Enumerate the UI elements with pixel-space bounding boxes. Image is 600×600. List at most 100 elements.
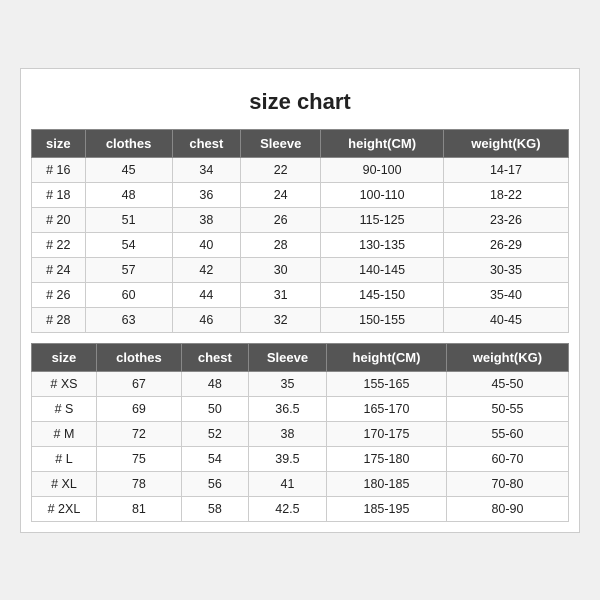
table-cell: # M: [32, 421, 97, 446]
table1-body: # 1645342290-10014-17# 18483624100-11018…: [32, 157, 569, 332]
table-cell: 46: [172, 307, 241, 332]
table-cell: 155-165: [327, 371, 447, 396]
table-cell: # 18: [32, 182, 86, 207]
table-cell: 40-45: [443, 307, 568, 332]
table-cell: 30: [241, 257, 321, 282]
table-cell: 54: [181, 446, 248, 471]
table2-header: sizeclotheschestSleeveheight(CM)weight(K…: [32, 343, 569, 371]
table-cell: 35: [248, 371, 326, 396]
table-cell: 24: [241, 182, 321, 207]
table-cell: 100-110: [321, 182, 444, 207]
column-header: size: [32, 343, 97, 371]
table-cell: 70-80: [446, 471, 568, 496]
table-cell: 36.5: [248, 396, 326, 421]
table2-body: # XS674835155-16545-50# S695036.5165-170…: [32, 371, 569, 521]
table1-header: sizeclotheschestSleeveheight(CM)weight(K…: [32, 129, 569, 157]
column-header: chest: [172, 129, 241, 157]
size-chart-card: size chart sizeclotheschestSleeveheight(…: [20, 68, 580, 533]
column-header: height(CM): [327, 343, 447, 371]
table-cell: # 28: [32, 307, 86, 332]
table-cell: 69: [96, 396, 181, 421]
table-row: # 18483624100-11018-22: [32, 182, 569, 207]
table-cell: 78: [96, 471, 181, 496]
table-cell: # 16: [32, 157, 86, 182]
table-cell: 38: [172, 207, 241, 232]
table-cell: 39.5: [248, 446, 326, 471]
table-cell: # 22: [32, 232, 86, 257]
table-cell: 35-40: [443, 282, 568, 307]
table-row: # S695036.5165-17050-55: [32, 396, 569, 421]
table-cell: 41: [248, 471, 326, 496]
table-row: # 2XL815842.5185-19580-90: [32, 496, 569, 521]
table-row: # XL785641180-18570-80: [32, 471, 569, 496]
table-cell: 60-70: [446, 446, 568, 471]
table-row: # 22544028130-13526-29: [32, 232, 569, 257]
column-header: size: [32, 129, 86, 157]
table-cell: 50: [181, 396, 248, 421]
table-cell: 72: [96, 421, 181, 446]
column-header: chest: [181, 343, 248, 371]
table-cell: 44: [172, 282, 241, 307]
table-cell: 175-180: [327, 446, 447, 471]
table-cell: 80-90: [446, 496, 568, 521]
table-cell: 40: [172, 232, 241, 257]
column-header: Sleeve: [248, 343, 326, 371]
table-cell: 30-35: [443, 257, 568, 282]
table-cell: 23-26: [443, 207, 568, 232]
table2-header-row: sizeclotheschestSleeveheight(CM)weight(K…: [32, 343, 569, 371]
table-cell: 57: [85, 257, 172, 282]
table-row: # XS674835155-16545-50: [32, 371, 569, 396]
table-cell: 55-60: [446, 421, 568, 446]
table-cell: 63: [85, 307, 172, 332]
table-cell: 42: [172, 257, 241, 282]
table-cell: 52: [181, 421, 248, 446]
column-header: Sleeve: [241, 129, 321, 157]
table-cell: 115-125: [321, 207, 444, 232]
table-cell: 180-185: [327, 471, 447, 496]
table-cell: # L: [32, 446, 97, 471]
table-cell: 32: [241, 307, 321, 332]
table-cell: 58: [181, 496, 248, 521]
table-row: # 26604431145-15035-40: [32, 282, 569, 307]
table-cell: 50-55: [446, 396, 568, 421]
table-cell: 51: [85, 207, 172, 232]
table-cell: 54: [85, 232, 172, 257]
table-cell: 28: [241, 232, 321, 257]
table-cell: 165-170: [327, 396, 447, 421]
table-cell: 48: [85, 182, 172, 207]
table-cell: 36: [172, 182, 241, 207]
table-cell: # 20: [32, 207, 86, 232]
table-cell: 56: [181, 471, 248, 496]
table-cell: 42.5: [248, 496, 326, 521]
size-table-1: sizeclotheschestSleeveheight(CM)weight(K…: [31, 129, 569, 333]
table-cell: 14-17: [443, 157, 568, 182]
table-row: # L755439.5175-18060-70: [32, 446, 569, 471]
table-cell: # 2XL: [32, 496, 97, 521]
table-cell: 185-195: [327, 496, 447, 521]
chart-title: size chart: [31, 79, 569, 129]
table-cell: 34: [172, 157, 241, 182]
table-row: # 24574230140-14530-35: [32, 257, 569, 282]
table-cell: 81: [96, 496, 181, 521]
column-header: weight(KG): [443, 129, 568, 157]
table-cell: # XL: [32, 471, 97, 496]
table-cell: 45-50: [446, 371, 568, 396]
table-cell: 170-175: [327, 421, 447, 446]
table-cell: 75: [96, 446, 181, 471]
table-cell: # S: [32, 396, 97, 421]
table-cell: 130-135: [321, 232, 444, 257]
table-cell: # 24: [32, 257, 86, 282]
table-row: # 28634632150-15540-45: [32, 307, 569, 332]
table-cell: 60: [85, 282, 172, 307]
column-header: clothes: [96, 343, 181, 371]
table-cell: 26: [241, 207, 321, 232]
table-cell: 38: [248, 421, 326, 446]
table-cell: 150-155: [321, 307, 444, 332]
table-cell: 48: [181, 371, 248, 396]
table-cell: 45: [85, 157, 172, 182]
table-cell: 90-100: [321, 157, 444, 182]
size-table-2: sizeclotheschestSleeveheight(CM)weight(K…: [31, 343, 569, 522]
column-header: height(CM): [321, 129, 444, 157]
table-cell: 31: [241, 282, 321, 307]
table1-header-row: sizeclotheschestSleeveheight(CM)weight(K…: [32, 129, 569, 157]
